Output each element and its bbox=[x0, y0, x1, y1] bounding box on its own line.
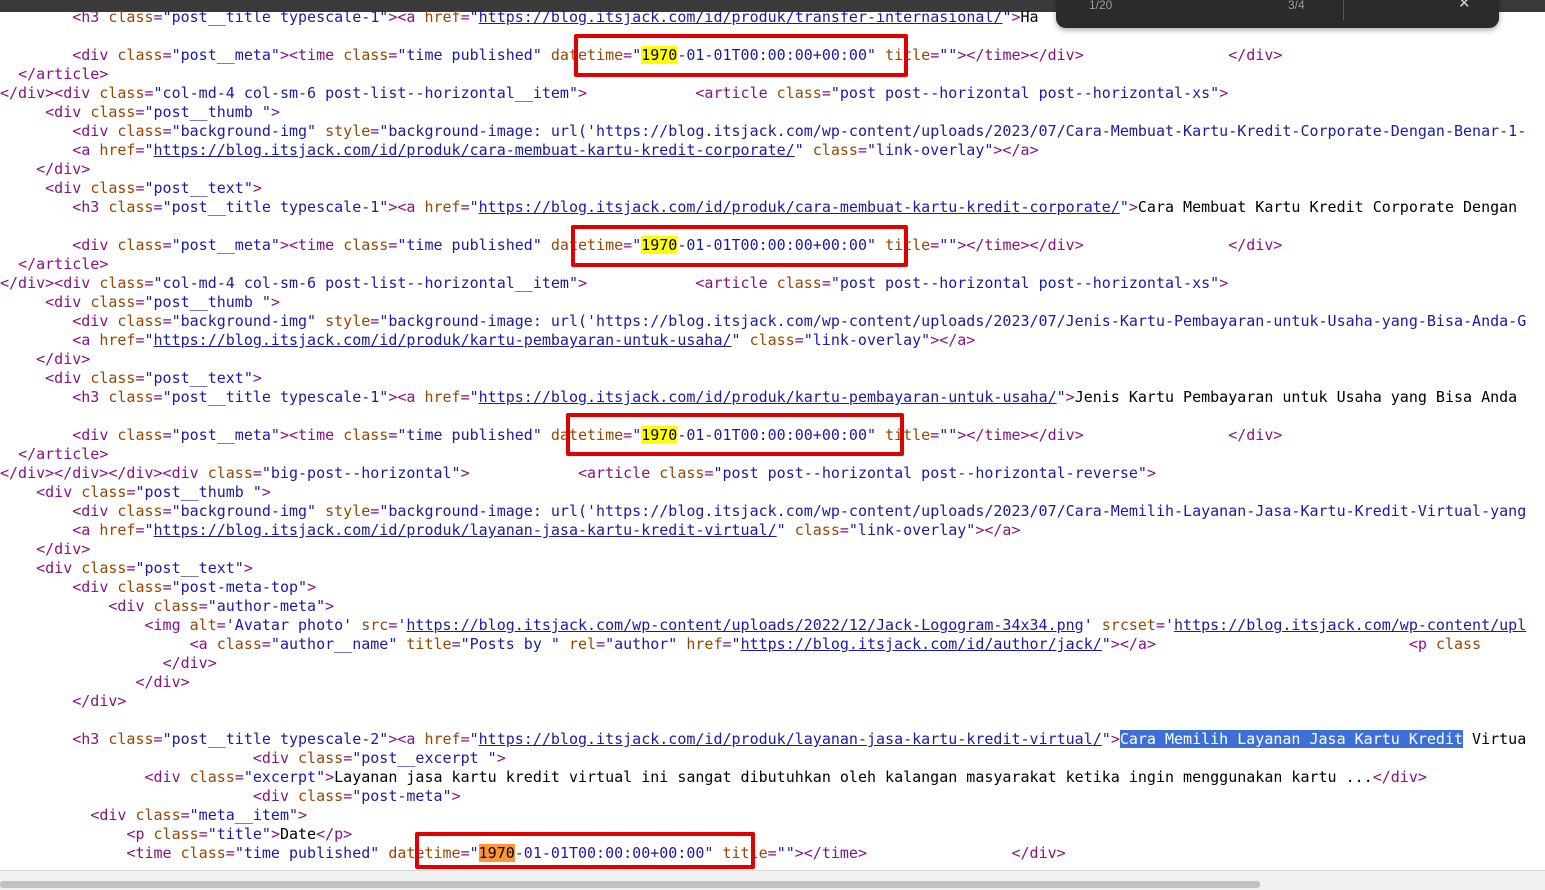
code-line: <div class="post__text"> bbox=[45, 369, 262, 387]
code-line: <div class="post__thumb "> bbox=[36, 483, 271, 501]
highlight-box-3 bbox=[566, 413, 904, 456]
code-line: <a href="https://blog.itsjack.com/id/pro… bbox=[72, 141, 1039, 159]
code-line: <div class="post__text"> bbox=[36, 559, 253, 577]
code-line: <div class="post-meta-top"> bbox=[72, 578, 317, 596]
code-line: <img alt='Avatar photo' src='https://blo… bbox=[144, 616, 1527, 634]
code-line: <div class="background-img" style="backg… bbox=[72, 312, 1527, 330]
code-line: <a href="https://blog.itsjack.com/id/pro… bbox=[72, 331, 976, 349]
code-line: </article> bbox=[18, 65, 109, 83]
code-line: <div class="post__thumb "> bbox=[45, 293, 280, 311]
highlight-box-1 bbox=[574, 34, 908, 77]
code-line: <div class="author-meta"> bbox=[108, 597, 335, 615]
close-icon[interactable]: ✕ bbox=[1458, 0, 1471, 12]
code-line: </div> bbox=[36, 160, 91, 178]
code-line: <div class="background-img" style="backg… bbox=[72, 122, 1527, 140]
horizontal-scrollbar-thumb[interactable] bbox=[0, 881, 1260, 888]
find-match-count: 1/20 bbox=[1089, 0, 1113, 12]
find-bar-divider bbox=[1343, 0, 1344, 20]
code-line: </div><div class="col-md-4 col-sm-6 post… bbox=[0, 84, 1229, 102]
find-bar[interactable]: 1/20 3/4 ✕ bbox=[1056, 0, 1499, 28]
code-line: <div class="meta__item"> bbox=[90, 806, 308, 824]
code-line: <div class="post-meta"> bbox=[252, 787, 461, 805]
code-line: <div class="excerpt">Layanan jasa kartu … bbox=[144, 768, 1427, 786]
code-line: </div> bbox=[72, 692, 127, 710]
code-line: </article> bbox=[18, 445, 109, 463]
code-line: </article> bbox=[18, 255, 109, 273]
code-line: <div class="post__text"> bbox=[45, 179, 262, 197]
highlight-box-4 bbox=[415, 832, 755, 869]
code-line: <div class="background-img" style="backg… bbox=[72, 502, 1527, 520]
code-line: </div> bbox=[36, 540, 91, 558]
find-total-count: 3/4 bbox=[1288, 0, 1305, 12]
code-line: </div> bbox=[36, 350, 91, 368]
code-line: </div></div></div><div class="big-post--… bbox=[0, 464, 1156, 482]
code-line: <a href="https://blog.itsjack.com/id/pro… bbox=[72, 521, 1021, 539]
code-line: <div class="post__excerpt "> bbox=[252, 749, 506, 767]
code-line: </div> bbox=[162, 654, 217, 672]
code-line: <a class="author__name" title="Posts by … bbox=[189, 635, 1482, 653]
highlight-box-2 bbox=[571, 225, 908, 267]
code-line: <h3 class="post__title typescale-1"><a h… bbox=[72, 198, 1518, 216]
code-line: <h3 class="post__title typescale-1"><a h… bbox=[72, 8, 1039, 26]
code-line: <p class="title">Date</p> bbox=[126, 825, 353, 843]
code-line: </div> bbox=[135, 673, 190, 691]
code-line: </div><div class="col-md-4 col-sm-6 post… bbox=[0, 274, 1229, 292]
code-line: <h3 class="post__title typescale-1"><a h… bbox=[72, 388, 1518, 406]
code-line: <div class="post__thumb "> bbox=[45, 103, 280, 121]
code-line: <h3 class="post__title typescale-2"><a h… bbox=[72, 730, 1527, 748]
